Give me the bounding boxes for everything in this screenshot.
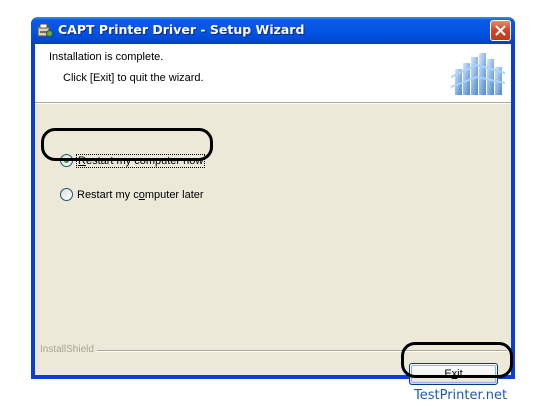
label-text: estart my computer now: [85, 154, 204, 167]
radio-button-selected[interactable]: [60, 154, 73, 167]
setup-app-icon: [37, 23, 53, 37]
label-text: mputer later: [144, 188, 204, 201]
header-separator: [35, 102, 511, 104]
exit-label: E: [444, 368, 452, 380]
watermark-text: TestPrinter.net: [414, 388, 508, 403]
exit-button[interactable]: Ex it: [409, 363, 498, 385]
restart-later-option[interactable]: Restart my computer later: [60, 188, 204, 201]
close-button[interactable]: [490, 20, 511, 41]
exit-label: it: [457, 368, 463, 380]
close-icon: [495, 25, 506, 36]
label-mnemonic: R: [78, 154, 86, 167]
restart-now-option[interactable]: Restart my computer now: [60, 153, 206, 168]
header-subtitle: Click [Exit] to quit the wizard.: [63, 72, 204, 84]
branding-divider: [95, 350, 507, 352]
label-text: Restart my c: [77, 188, 139, 201]
window-title: CAPT Printer Driver - Setup Wizard: [58, 22, 305, 37]
restart-later-label: Restart my computer later: [77, 189, 204, 201]
setup-wizard-window: CAPT Printer Driver - Setup Wizard Insta…: [31, 17, 515, 385]
header-panel: Installation is complete. Click [Exit] t…: [35, 44, 511, 102]
header-title: Installation is complete.: [49, 51, 164, 63]
wizard-body: Installation is complete. Click [Exit] t…: [35, 44, 511, 385]
installshield-branding: InstallShield: [40, 344, 97, 355]
installer-graphic-icon: [450, 53, 506, 95]
title-bar[interactable]: CAPT Printer Driver - Setup Wizard: [31, 17, 515, 44]
radio-dot: [64, 158, 69, 163]
restart-now-label: Restart my computer now: [75, 153, 206, 168]
radio-button-unselected[interactable]: [60, 188, 73, 201]
